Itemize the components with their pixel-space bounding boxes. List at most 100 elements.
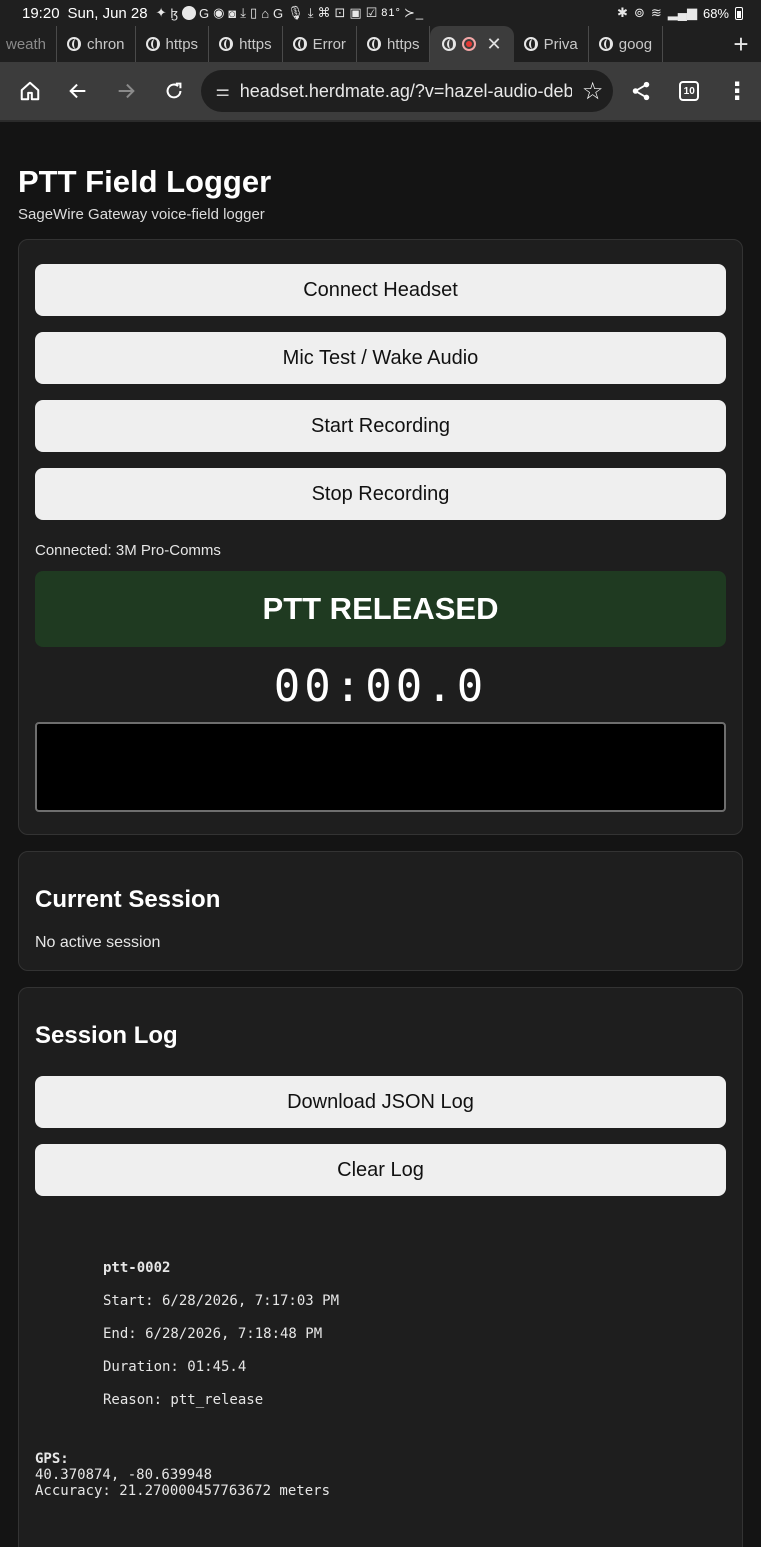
phone-icon: ▯ bbox=[250, 5, 259, 20]
tab-label: Error bbox=[312, 35, 346, 53]
sparkle-icon: ✦ bbox=[155, 5, 168, 20]
tab-weather[interactable]: weath bbox=[0, 26, 57, 62]
tab-count: 10 bbox=[679, 81, 700, 101]
page-content: PTT Field Logger SageWire Gateway voice-… bbox=[0, 124, 761, 1547]
page-title: PTT Field Logger bbox=[18, 164, 272, 199]
status-time: 19:20 bbox=[22, 4, 60, 22]
tab-label: Priva bbox=[543, 35, 578, 53]
controls-card: Connect Headset Mic Test / Wake Audio St… bbox=[18, 239, 743, 835]
tab-label: weath bbox=[6, 35, 46, 53]
download-icon: ⤓ bbox=[240, 5, 248, 20]
log-entry: ptt-0002 Start: 6/28/2026, 7:17:03 PM En… bbox=[35, 1252, 726, 1417]
check-badge-icon bbox=[181, 6, 196, 20]
home-button[interactable] bbox=[6, 67, 54, 115]
session-log-title: Session Log bbox=[35, 1022, 178, 1049]
tab-label: goog bbox=[618, 35, 653, 53]
tab-private[interactable]: Priva bbox=[514, 26, 589, 62]
status-left: 19:20 Sun, Jun 28 ✦ ɮ G ◉ ◙ ⤓ ▯ ⌂ G 🎙︎ ⤓… bbox=[22, 5, 424, 22]
terminal-icon: ≻_ bbox=[403, 5, 425, 20]
reload-button[interactable] bbox=[150, 67, 198, 115]
stop-icon: ◙ bbox=[228, 5, 238, 21]
tab-https-3[interactable]: https bbox=[357, 26, 431, 62]
menu-button[interactable]: ⋮ bbox=[713, 67, 761, 115]
tab-google[interactable]: goog bbox=[589, 26, 664, 62]
page-subtitle: SageWire Gateway voice-field logger bbox=[18, 206, 265, 223]
tab-error[interactable]: Error bbox=[283, 26, 357, 62]
close-tab-icon[interactable]: ✕ bbox=[486, 34, 501, 55]
gps-label: GPS: bbox=[35, 1451, 69, 1467]
globe-icon bbox=[366, 37, 381, 51]
share-icon bbox=[633, 81, 650, 101]
globe-icon bbox=[598, 37, 613, 51]
clear-log-button[interactable]: Clear Log bbox=[35, 1144, 726, 1196]
tab-https-2[interactable]: https bbox=[209, 26, 283, 62]
lock-icon: ⌂ bbox=[261, 5, 271, 21]
back-arrow-icon bbox=[69, 83, 86, 99]
record-icon: ◉ bbox=[213, 5, 226, 20]
more-vert-icon: ⋮ bbox=[725, 77, 750, 105]
reload-icon bbox=[166, 82, 181, 99]
log-entry-duration: Duration: 01:45.4 bbox=[103, 1359, 247, 1375]
share-button[interactable] bbox=[617, 67, 665, 115]
download-icon-2: ⤓ bbox=[307, 5, 315, 20]
temperature: 81° bbox=[381, 7, 401, 19]
tab-label: chron bbox=[87, 35, 125, 53]
forward-arrow-icon bbox=[118, 83, 135, 99]
tab-label: https bbox=[386, 35, 420, 53]
tab-label: https bbox=[239, 35, 272, 53]
session-log-card: Session Log Download JSON Log Clear Log … bbox=[18, 987, 743, 1547]
google-icon-2: G bbox=[273, 5, 285, 21]
globe-icon bbox=[219, 37, 234, 51]
battery-percent: 68% bbox=[702, 5, 729, 21]
home-icon bbox=[20, 81, 40, 101]
download-json-log-button[interactable]: Download JSON Log bbox=[35, 1076, 726, 1128]
log-entry-id: ptt-0002 bbox=[103, 1260, 171, 1276]
notification-icons: ✦ ɮ G ◉ ◙ ⤓ ▯ ⌂ G 🎙︎ ⤓ ⌘ ⊡ ▣ ☑ 81° ≻_ bbox=[156, 5, 424, 21]
globe-icon bbox=[292, 37, 307, 51]
ptt-status-banner: PTT RELEASED bbox=[35, 571, 726, 647]
bluetooth-icon: ✱ bbox=[617, 5, 628, 20]
tab-chron[interactable]: chron bbox=[57, 26, 136, 62]
cast-icon: ⌘ bbox=[317, 5, 332, 20]
session-status: No active session bbox=[35, 934, 161, 951]
stop-recording-button[interactable]: Stop Recording bbox=[35, 468, 726, 520]
google-icon: G bbox=[198, 5, 211, 21]
current-session-title: Current Session bbox=[35, 886, 221, 913]
hotspot-icon: ⊚ bbox=[633, 5, 645, 20]
status-right: ✱ ⊚ ≋ ▂▄▆ 68% bbox=[617, 5, 743, 21]
browser-toolbar: ⚌ headset.herdmate.ag/?v=hazel-audio-deb… bbox=[0, 62, 761, 122]
screen-icon: ⊡ bbox=[334, 5, 347, 20]
start-recording-button[interactable]: Start Recording bbox=[35, 400, 726, 452]
signal-icon: ▂▄▆ bbox=[667, 5, 697, 20]
forward-button[interactable] bbox=[102, 67, 150, 115]
tab-active[interactable]: ✕ bbox=[430, 26, 514, 62]
gps-accuracy: Accuracy: 21.270000457763672 meters bbox=[35, 1483, 331, 1499]
globe-icon bbox=[145, 37, 160, 51]
android-status-bar: 19:20 Sun, Jun 28 ✦ ɮ G ◉ ◙ ⤓ ▯ ⌂ G 🎙︎ ⤓… bbox=[0, 0, 761, 26]
battery-icon bbox=[735, 6, 743, 20]
site-settings-icon[interactable]: ⚌ bbox=[215, 81, 229, 101]
address-bar[interactable]: ⚌ headset.herdmate.ag/?v=hazel-audio-deb… bbox=[201, 70, 614, 112]
connect-headset-button[interactable]: Connect Headset bbox=[35, 264, 726, 316]
log-entry-start: Start: 6/28/2026, 7:17:03 PM bbox=[103, 1293, 340, 1309]
bookmark-star-icon[interactable]: ☆ bbox=[582, 77, 604, 106]
log-entry-gps: GPS: 40.370874, -80.639948 Accuracy: 21.… bbox=[35, 1451, 726, 1499]
browser-tab-strip: weath chron https https Error https ✕ Pr… bbox=[0, 26, 761, 62]
globe-icon bbox=[523, 37, 538, 51]
audio-waveform-canvas bbox=[35, 722, 726, 812]
url-text[interactable]: headset.herdmate.ag/?v=hazel-audio-deb bbox=[240, 81, 572, 102]
mic-test-button[interactable]: Mic Test / Wake Audio bbox=[35, 332, 726, 384]
tab-switcher-button[interactable]: 10 bbox=[665, 67, 713, 115]
tab-label: https bbox=[165, 35, 199, 53]
wifi-icon: ≋ bbox=[650, 5, 662, 20]
tab-https-1[interactable]: https bbox=[136, 26, 210, 62]
recording-timer: 00:00.0 bbox=[273, 661, 488, 712]
app-icon: ɮ bbox=[170, 5, 179, 21]
recording-indicator-icon bbox=[462, 37, 477, 51]
task-done-icon: ☑ bbox=[365, 5, 379, 20]
chrome-icon bbox=[67, 37, 81, 51]
back-button[interactable] bbox=[54, 67, 102, 115]
status-date: Sun, Jun 28 bbox=[67, 4, 148, 22]
new-tab-button[interactable]: + bbox=[721, 29, 761, 60]
current-session-card: Current Session No active session bbox=[18, 851, 743, 971]
